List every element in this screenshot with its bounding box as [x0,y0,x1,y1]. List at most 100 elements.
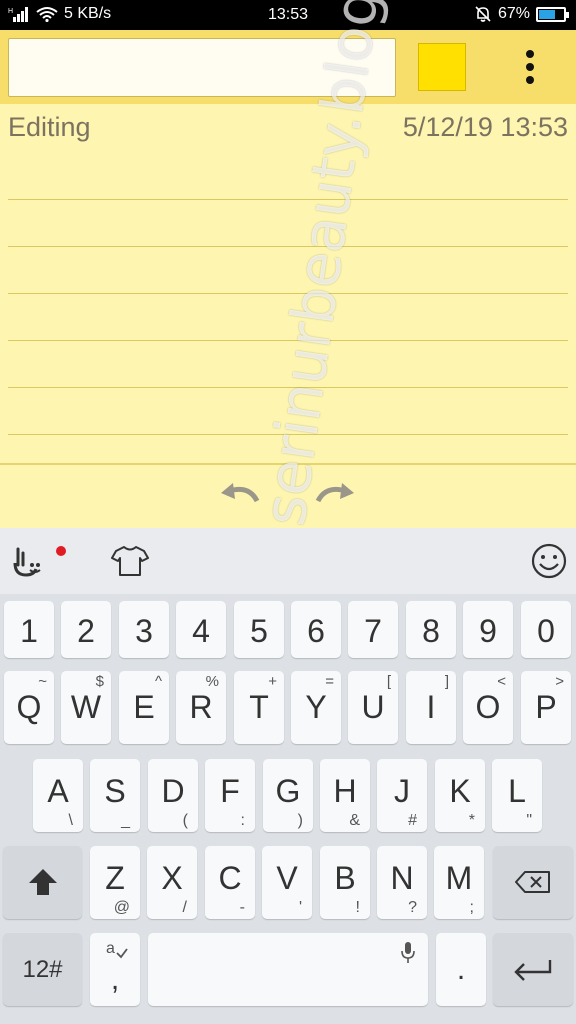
microphone-icon [401,942,415,963]
key-label: R [189,689,213,725]
key-w[interactable]: W $ [61,671,111,744]
key-label: O [475,689,501,725]
ruled-line [8,340,568,341]
svg-text:a: a [106,940,115,957]
comma-key[interactable]: a , [90,933,140,1006]
key-5[interactable]: 5 [234,601,284,658]
keyboard: 12# a , . 1 2 3 4 5 6 7 8 9 0 Q ~ W $ E ^ R% T + Y = U[I] O < P >… [0,594,576,1024]
key-secondary-label: ) [297,812,303,829]
key-label: K [449,773,471,809]
more-vertical-icon [526,50,534,58]
key-a[interactable]: A \ [33,759,83,832]
key-secondary-label: ( [182,812,188,829]
key-1[interactable]: 1 [4,601,54,658]
note-editor[interactable]: Editing 5/12/19 13:53 [0,104,576,464]
key-m[interactable]: M; [434,846,484,919]
key-label: N [390,860,414,896]
key-label: Z [105,860,125,896]
key-secondary-label: = [325,673,334,690]
notification-dot [56,546,66,556]
period-key[interactable]: . [436,933,486,1006]
key-secondary-label: _ [121,812,130,829]
key-9[interactable]: 9 [463,601,513,658]
key-2[interactable]: 2 [61,601,111,658]
note-title-input[interactable] [8,38,396,97]
key-b[interactable]: B! [320,846,370,919]
key-label: F [220,773,240,809]
key-g[interactable]: G) [263,759,313,832]
key-h[interactable]: H & [320,759,370,832]
key-q[interactable]: Q ~ [4,671,54,744]
key-i[interactable]: I] [406,671,456,744]
key-label: 7 [364,613,382,649]
key-secondary-label: / [182,899,187,916]
silent-bell-icon [475,6,491,22]
key-3[interactable]: 3 [119,601,169,658]
backspace-key[interactable] [493,846,573,919]
redo-icon[interactable] [312,479,360,515]
key-p[interactable]: P > [521,671,571,744]
autocorrect-icon: a [106,940,128,959]
keyboard-logo-icon[interactable] [10,543,46,579]
key-label: V [276,860,298,896]
key-l[interactable]: L " [492,759,542,832]
key-secondary-label: " [526,812,532,829]
key-c[interactable]: C- [205,846,255,919]
theme-shirt-icon[interactable] [110,544,150,578]
key-f[interactable]: F: [205,759,255,832]
key-secondary-label: \ [68,812,73,829]
key-4[interactable]: 4 [176,601,226,658]
more-options-button[interactable] [510,46,550,88]
key-r[interactable]: R% [176,671,226,744]
key-label: L [508,773,526,809]
key-secondary-label: * [468,812,475,829]
emoji-icon[interactable] [530,542,568,580]
key-secondary-label: % [205,673,219,690]
key-label: 4 [192,613,210,649]
note-color-button[interactable] [418,43,466,91]
key-label: D [161,773,185,809]
ruled-line [8,293,568,294]
enter-key[interactable] [493,933,573,1006]
key-s[interactable]: S _ [90,759,140,832]
key-e[interactable]: E ^ [119,671,169,744]
key-n[interactable]: N? [377,846,427,919]
key-label: 3 [135,613,153,649]
key-secondary-label: @ [113,899,130,916]
key-y[interactable]: Y = [291,671,341,744]
key-o[interactable]: O < [463,671,513,744]
space-key[interactable] [148,933,428,1006]
key-secondary-label: ] [444,673,449,690]
key-label: 5 [250,613,268,649]
key-8[interactable]: 8 [406,601,456,658]
key-label: I [426,689,436,725]
note-toolbar [0,30,576,104]
key-6[interactable]: 6 [291,601,341,658]
key-v[interactable]: V ' [262,846,312,919]
undo-icon[interactable] [215,479,263,515]
key-u[interactable]: U[ [348,671,398,744]
shift-key[interactable] [3,846,82,919]
key-x[interactable]: X / [147,846,197,919]
key-label: J [394,773,410,809]
key-secondary-label: - [239,899,245,916]
key-t[interactable]: T + [234,671,284,744]
key-k[interactable]: K * [435,759,485,832]
ruled-line [8,246,568,247]
symbols-key[interactable]: 12# [3,933,82,1006]
key-7[interactable]: 7 [348,601,398,658]
key-label: U [361,689,385,725]
key-label: H [333,773,357,809]
key-j[interactable]: J # [377,759,427,832]
key-label: E [133,689,155,725]
ruled-line [8,434,568,435]
key-secondary-label: + [268,673,277,690]
keyboard-toolbar [0,528,576,594]
key-secondary-label: ; [469,899,474,916]
key-z[interactable]: Z @ [90,846,140,919]
symbols-key-label: 12# [22,955,63,983]
key-label: Y [305,689,327,725]
key-0[interactable]: 0 [521,601,571,658]
key-label: 6 [307,613,325,649]
key-d[interactable]: D( [148,759,198,832]
